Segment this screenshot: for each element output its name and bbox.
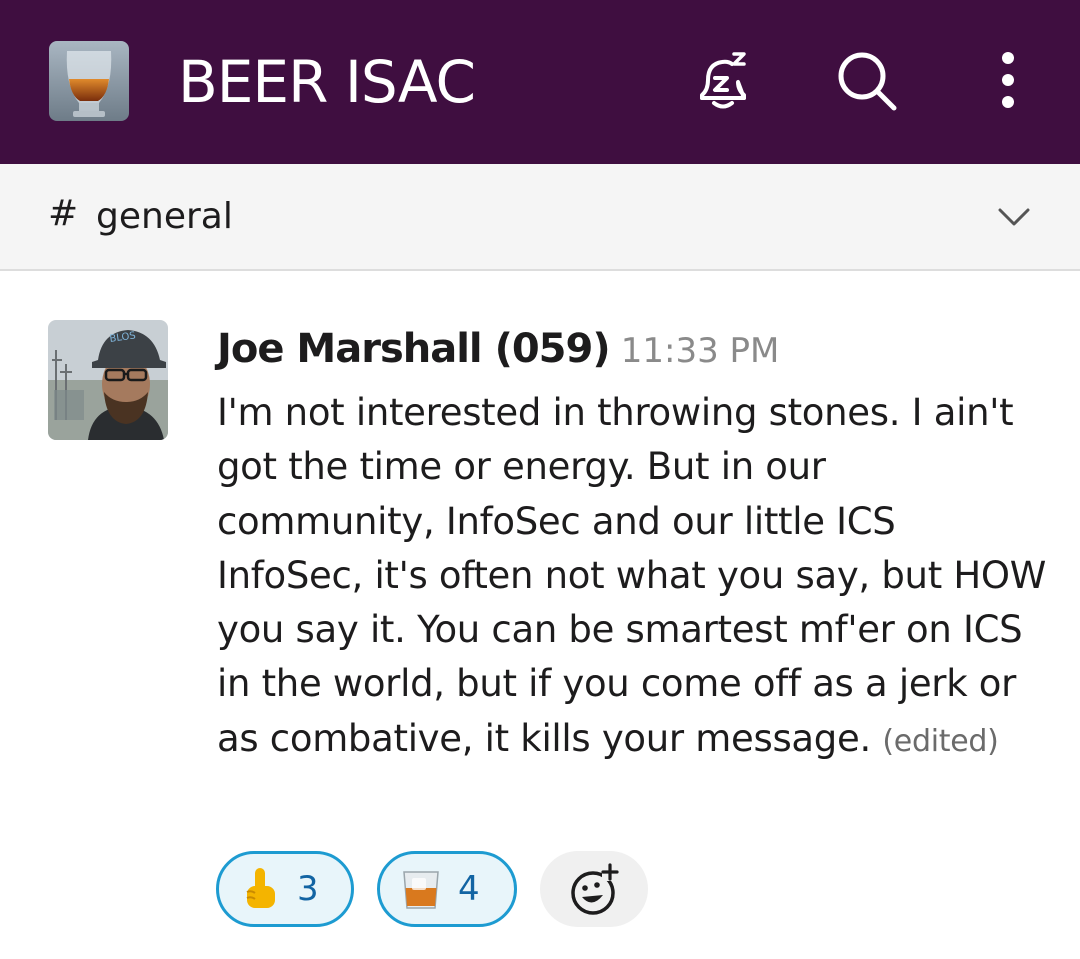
message-body: I'm not interested in throwing stones. I… (217, 386, 1047, 769)
avatar[interactable]: BLOS (48, 320, 168, 440)
workspace-logo[interactable] (49, 41, 129, 121)
reaction-tumbler-glass[interactable]: 4 (377, 851, 517, 927)
point-up-emoji (237, 866, 283, 912)
edited-label: (edited) (882, 723, 999, 759)
message-timestamp[interactable]: 11:33 PM (621, 331, 780, 371)
tumbler-glass-emoji (398, 866, 444, 912)
more-vertical-icon[interactable] (990, 48, 1026, 118)
add-reaction-button[interactable] (540, 851, 648, 927)
channel-name[interactable]: general (96, 196, 233, 237)
top-bar: BEER ISAC (0, 0, 1080, 164)
message-header: Joe Marshall (059) 11:33 PM (217, 326, 779, 372)
workspace-name[interactable]: BEER ISAC (178, 48, 476, 116)
snooze-bell-icon[interactable] (690, 48, 756, 118)
reaction-count: 4 (458, 869, 480, 909)
channel-hash-icon: # (48, 193, 79, 234)
reaction-count: 3 (297, 869, 319, 909)
message-author[interactable]: Joe Marshall (059) (217, 326, 611, 372)
search-icon[interactable] (834, 48, 900, 118)
reaction-point-up[interactable]: 3 (216, 851, 354, 927)
add-reaction-icon (571, 863, 619, 915)
chevron-down-icon[interactable] (996, 205, 1032, 233)
message-text: I'm not interested in throwing stones. I… (217, 391, 1046, 760)
